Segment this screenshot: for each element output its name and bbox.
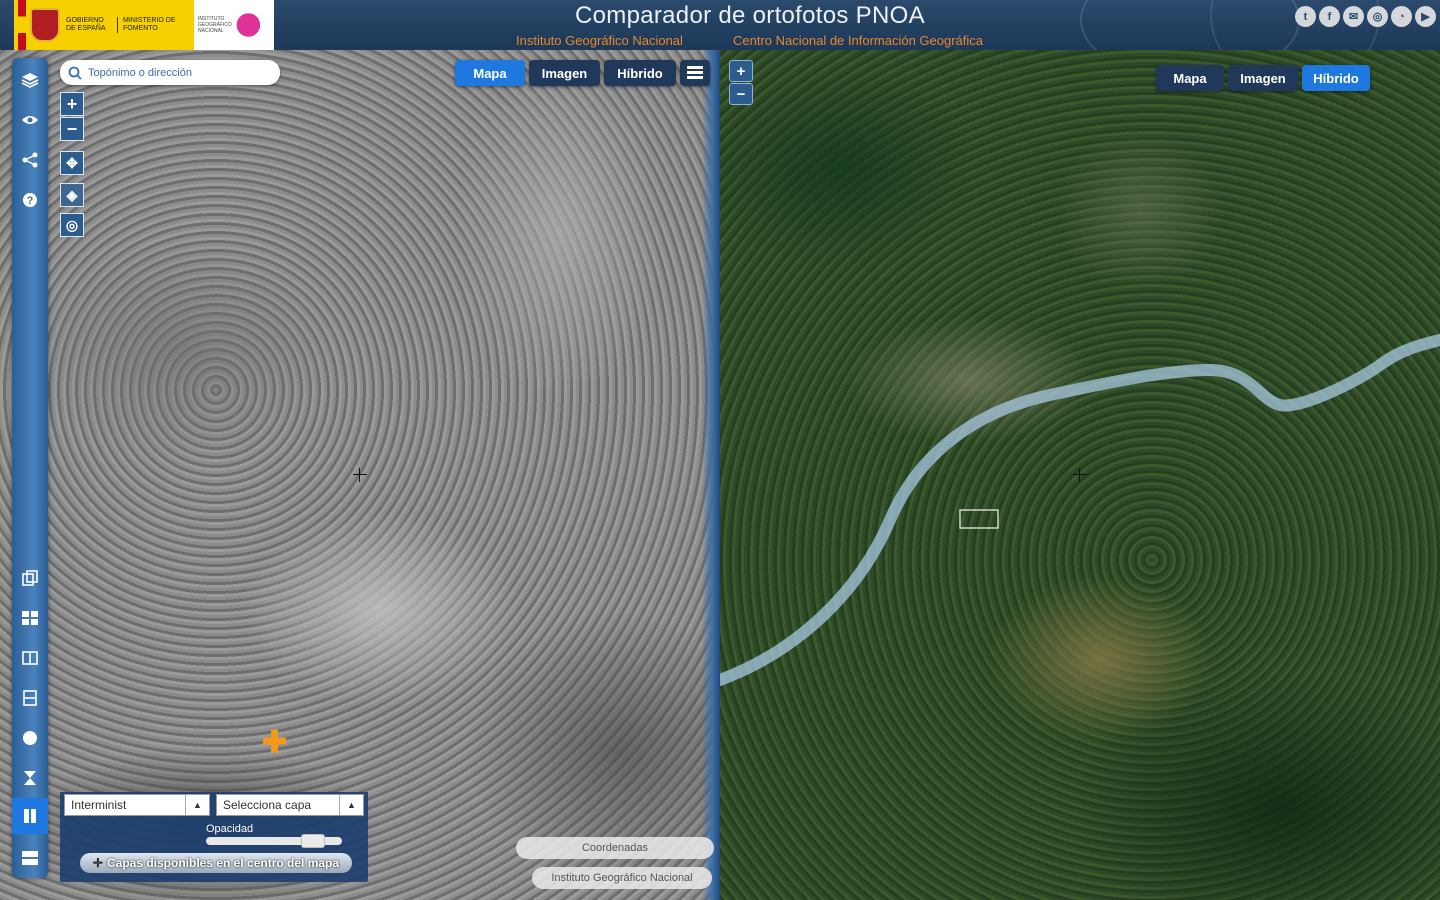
left-hybrid-button[interactable]: Híbrido — [604, 60, 676, 86]
right-hybrid-button[interactable]: Híbrido — [1302, 65, 1370, 91]
right-map-button[interactable]: Mapa — [1156, 65, 1224, 91]
zoom-out-button-left[interactable]: − — [60, 117, 84, 141]
layers-icon[interactable] — [12, 62, 48, 98]
opacity-slider-handle[interactable] — [301, 834, 325, 848]
crosshair-icon: ✛ — [92, 856, 103, 870]
center-crosshair-right — [1073, 468, 1087, 482]
right-image-button[interactable]: Imagen — [1228, 65, 1298, 91]
page-title: Comparador de ortofotos PNOA — [575, 2, 925, 29]
left-map-button[interactable]: Mapa — [455, 60, 525, 86]
available-layers-label: Capas disponibles en el centro del mapa — [106, 856, 340, 870]
copy-icon[interactable] — [12, 560, 48, 596]
grid-icon[interactable] — [12, 600, 48, 636]
left-image-button[interactable]: Imagen — [529, 60, 600, 86]
zoom-out-button-right[interactable]: − — [729, 83, 753, 105]
zoom-in-button-right[interactable]: + — [729, 60, 753, 82]
geolocate-icon[interactable]: ◈ — [60, 183, 84, 207]
split-vertical-icon[interactable] — [12, 640, 48, 676]
pause-compare-icon[interactable] — [12, 798, 48, 834]
full-extent-icon[interactable]: ✥ — [60, 151, 84, 175]
eye-icon[interactable] — [12, 102, 48, 138]
right-map-current-orthophoto[interactable] — [720, 50, 1440, 900]
institution-logos[interactable]: GOBIERNO DE ESPAÑA MINISTERIO DE FOMENTO… — [14, 0, 274, 50]
compare-layer-select[interactable]: Selecciona capa ▲ — [216, 794, 364, 816]
coat-of-arms-icon — [30, 8, 60, 42]
chevron-up-icon[interactable]: ▲ — [185, 795, 209, 815]
instagram-icon[interactable]: ◎ — [1367, 6, 1388, 27]
cnig-logo-icon — [234, 11, 270, 39]
enclosure-outline — [959, 509, 999, 529]
facebook-icon[interactable]: f — [1319, 6, 1340, 27]
rss-icon[interactable]: ◔ — [1391, 6, 1412, 27]
app-header: GOBIERNO DE ESPAÑA MINISTERIO DE FOMENTO… — [0, 0, 1440, 50]
twitter-icon[interactable]: t — [1295, 6, 1316, 27]
center-crosshair-left — [353, 468, 367, 482]
coordinates-button[interactable]: Coordenadas — [516, 837, 714, 859]
search-icon[interactable] — [68, 66, 82, 80]
stack-icon[interactable] — [12, 840, 48, 876]
svg-text:?: ? — [27, 195, 34, 207]
location-marker-icon[interactable]: ✚ — [262, 728, 287, 758]
search-box — [60, 60, 280, 85]
split-horizontal-icon[interactable] — [12, 680, 48, 716]
layer-list-icon[interactable] — [680, 60, 710, 86]
chevron-up-icon[interactable]: ▲ — [339, 795, 363, 815]
subtitle-ign[interactable]: Instituto Geográfico Nacional — [516, 33, 683, 48]
flag-stripe — [18, 0, 26, 50]
youtube-icon[interactable]: ▶ — [1415, 6, 1436, 27]
subtitle-cnig[interactable]: Centro Nacional de Información Geográfic… — [733, 33, 983, 48]
circle-icon[interactable] — [12, 720, 48, 756]
layer-select-value: Interminist — [71, 798, 127, 812]
tool-sidebar: ? — [12, 58, 48, 878]
opacity-label: Opacidad — [206, 823, 254, 835]
left-map-historic-orthophoto[interactable]: ✚ — [0, 50, 720, 900]
ministry-logo-text: MINISTERIO DE FOMENTO — [123, 17, 176, 32]
attribution-label: Instituto Geográfico Nacional — [532, 867, 712, 889]
search-input[interactable] — [88, 66, 268, 79]
ign-logo: INSTITUTO GEOGRÁFICO NACIONAL — [194, 0, 274, 50]
layer-select[interactable]: Interminist ▲ — [64, 794, 210, 816]
zoom-in-button-left[interactable]: + — [60, 92, 84, 116]
ign-logo-text: INSTITUTO GEOGRÁFICO NACIONAL — [198, 16, 232, 34]
map-divider-edge — [702, 50, 720, 900]
available-layers-button[interactable]: ✛ Capas disponibles en el centro del map… — [80, 853, 352, 873]
email-icon[interactable]: ✉ — [1343, 6, 1364, 27]
share-icon[interactable] — [12, 142, 48, 178]
layer-compare-panel: Interminist ▲ Selecciona capa ▲ Opacidad… — [60, 792, 368, 882]
help-icon[interactable]: ? — [12, 182, 48, 218]
compass-icon[interactable]: ◎ — [60, 213, 84, 237]
government-logo: GOBIERNO DE ESPAÑA MINISTERIO DE FOMENTO — [14, 0, 194, 50]
social-links: t f ✉ ◎ ◔ ▶ — [1295, 6, 1436, 27]
gov-logo-text: GOBIERNO DE ESPAÑA — [66, 17, 118, 33]
river-line — [720, 334, 1440, 686]
compare-select-value: Selecciona capa — [223, 798, 312, 812]
hourglass-icon[interactable] — [12, 760, 48, 796]
